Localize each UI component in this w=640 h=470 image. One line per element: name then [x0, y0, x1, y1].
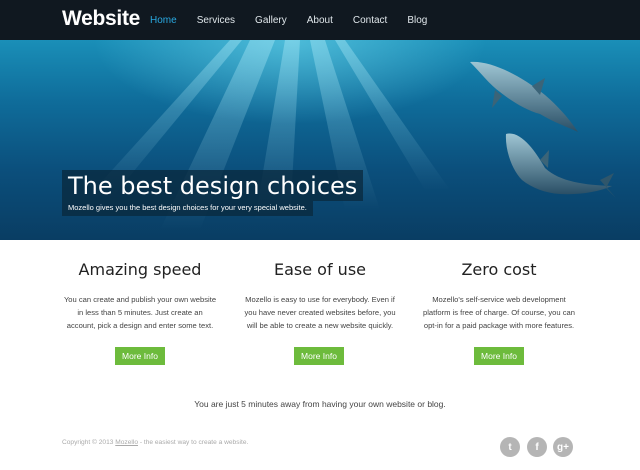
- mozello-link[interactable]: Mozello: [115, 439, 138, 446]
- nav-home[interactable]: Home: [150, 15, 177, 26]
- nav-contact[interactable]: Contact: [353, 15, 387, 26]
- feature-text: Mozello is easy to use for everybody. Ev…: [244, 295, 396, 330]
- more-info-button-ease[interactable]: More Info: [294, 347, 344, 365]
- site-logo[interactable]: Website: [62, 7, 140, 31]
- dolphin-lower: [505, 133, 616, 198]
- nav-services[interactable]: Services: [197, 15, 235, 26]
- twitter-icon[interactable]: t: [500, 437, 520, 457]
- main-nav: Home Services Gallery About Contact Blog: [150, 0, 447, 40]
- feature-ease-of-use: Ease of use Mozello is easy to use for e…: [230, 260, 410, 332]
- site-header: Website Home Services Gallery About Cont…: [0, 0, 640, 40]
- footer-copyright: Copyright © 2013 Mozello - the easiest w…: [62, 439, 248, 446]
- tagline: You are just 5 minutes away from having …: [194, 399, 446, 409]
- copyright-text: Copyright © 2013: [62, 439, 114, 446]
- google-plus-icon[interactable]: g+: [553, 437, 573, 457]
- nav-gallery[interactable]: Gallery: [255, 15, 287, 26]
- nav-about[interactable]: About: [307, 15, 333, 26]
- feature-text: Mozello's self-service web development p…: [423, 295, 575, 330]
- more-info-button-cost[interactable]: More Info: [474, 347, 524, 365]
- nav-blog[interactable]: Blog: [407, 15, 427, 26]
- feature-zero-cost: Zero cost Mozello's self-service web dev…: [409, 260, 589, 332]
- dolphin-upper: [470, 61, 578, 132]
- feature-title: Zero cost: [461, 260, 537, 279]
- hero-subtitle: Mozello gives you the best design choice…: [62, 201, 313, 216]
- feature-title: Ease of use: [273, 260, 366, 279]
- feature-text: You can create and publish your own webs…: [63, 295, 217, 330]
- feature-amazing-speed: Amazing speed You can create and publish…: [50, 260, 230, 332]
- hero-caption: The best design choices Mozello gives yo…: [62, 170, 364, 216]
- footer-suffix: - the easiest way to create a website.: [138, 439, 249, 446]
- hero-title: The best design choices: [62, 170, 364, 201]
- more-info-button-speed[interactable]: More Info: [115, 347, 165, 365]
- feature-title: Amazing speed: [78, 260, 202, 279]
- facebook-icon[interactable]: f: [527, 437, 547, 457]
